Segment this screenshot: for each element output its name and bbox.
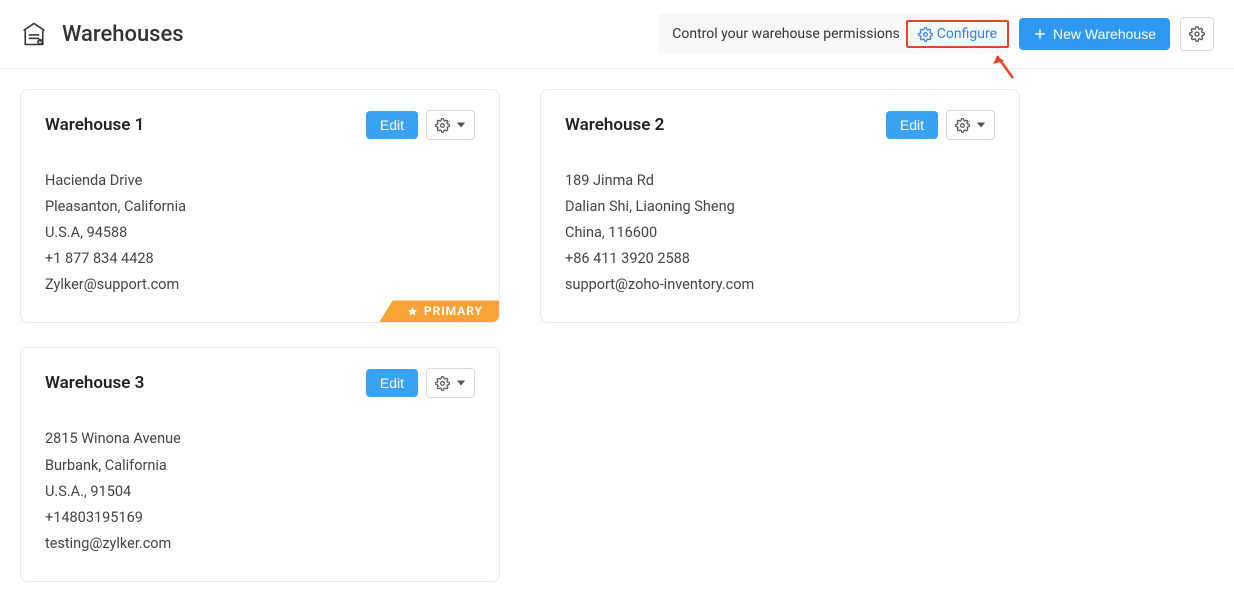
chevron-down-icon: [456, 378, 466, 388]
city: Dalian Shi, Liaoning Sheng: [565, 194, 995, 220]
country: U.S.A., 91504: [45, 479, 475, 505]
new-warehouse-label: New Warehouse: [1053, 26, 1156, 42]
star-icon: [407, 306, 418, 317]
settings-button[interactable]: [1180, 17, 1214, 51]
phone: +86 411 3920 2588: [565, 246, 995, 272]
primary-badge: PRIMARY: [379, 300, 499, 322]
gear-icon: [435, 376, 450, 391]
card-head: Warehouse 3 Edit: [45, 368, 475, 398]
edit-button[interactable]: Edit: [886, 111, 938, 139]
street: 2815 Winona Avenue: [45, 426, 475, 452]
configure-label: Configure: [937, 26, 997, 42]
edit-button[interactable]: Edit: [366, 369, 418, 397]
card-body: Hacienda Drive Pleasanton, California U.…: [45, 168, 475, 298]
card-actions: Edit: [886, 110, 995, 140]
gear-icon: [918, 27, 933, 42]
warehouse-name: Warehouse 1: [45, 115, 144, 135]
phone: +14803195169: [45, 505, 475, 531]
city: Burbank, California: [45, 453, 475, 479]
permission-text: Control your warehouse permissions: [672, 26, 906, 42]
city: Pleasanton, California: [45, 194, 475, 220]
new-warehouse-button[interactable]: New Warehouse: [1019, 18, 1170, 50]
warehouse-name: Warehouse 3: [45, 373, 144, 393]
warehouse-card: Warehouse 1 Edit Hacienda Drive: [20, 89, 500, 323]
card-head: Warehouse 2 Edit: [565, 110, 995, 140]
warehouse-card: Warehouse 3 Edit 2815 Winona Av: [20, 347, 500, 581]
card-more-button[interactable]: [426, 368, 475, 398]
card-head: Warehouse 1 Edit: [45, 110, 475, 140]
warehouse-name: Warehouse 2: [565, 115, 664, 135]
card-actions: Edit: [366, 368, 475, 398]
card-body: 2815 Winona Avenue Burbank, California U…: [45, 426, 475, 556]
street: Hacienda Drive: [45, 168, 475, 194]
primary-label: PRIMARY: [424, 304, 483, 318]
page-title: Warehouses: [62, 22, 184, 47]
warehouse-grid: Warehouse 1 Edit Hacienda Drive: [0, 69, 1234, 602]
edit-button[interactable]: Edit: [366, 111, 418, 139]
permission-strip: Control your warehouse permissions Confi…: [658, 14, 1009, 54]
gear-icon: [955, 118, 970, 133]
email: Zylker@support.com: [45, 272, 475, 298]
country: U.S.A, 94588: [45, 220, 475, 246]
street: 189 Jinma Rd: [565, 168, 995, 194]
chevron-down-icon: [976, 120, 986, 130]
card-more-button[interactable]: [946, 110, 995, 140]
header-right: Control your warehouse permissions Confi…: [658, 14, 1214, 54]
phone: +1 877 834 4428: [45, 246, 475, 272]
plus-icon: [1033, 27, 1047, 41]
chevron-down-icon: [456, 120, 466, 130]
configure-button[interactable]: Configure: [906, 20, 1009, 48]
card-body: 189 Jinma Rd Dalian Shi, Liaoning Sheng …: [565, 168, 995, 298]
country: China, 116600: [565, 220, 995, 246]
card-more-button[interactable]: [426, 110, 475, 140]
email: support@zoho-inventory.com: [565, 272, 995, 298]
warehouse-icon: [20, 20, 48, 48]
header-left: Warehouses: [20, 20, 184, 48]
page-header: Warehouses Control your warehouse permis…: [0, 0, 1234, 69]
gear-icon: [1189, 26, 1205, 42]
gear-icon: [435, 118, 450, 133]
warehouse-card: Warehouse 2 Edit 189 Jinma Rd: [540, 89, 1020, 323]
card-actions: Edit: [366, 110, 475, 140]
